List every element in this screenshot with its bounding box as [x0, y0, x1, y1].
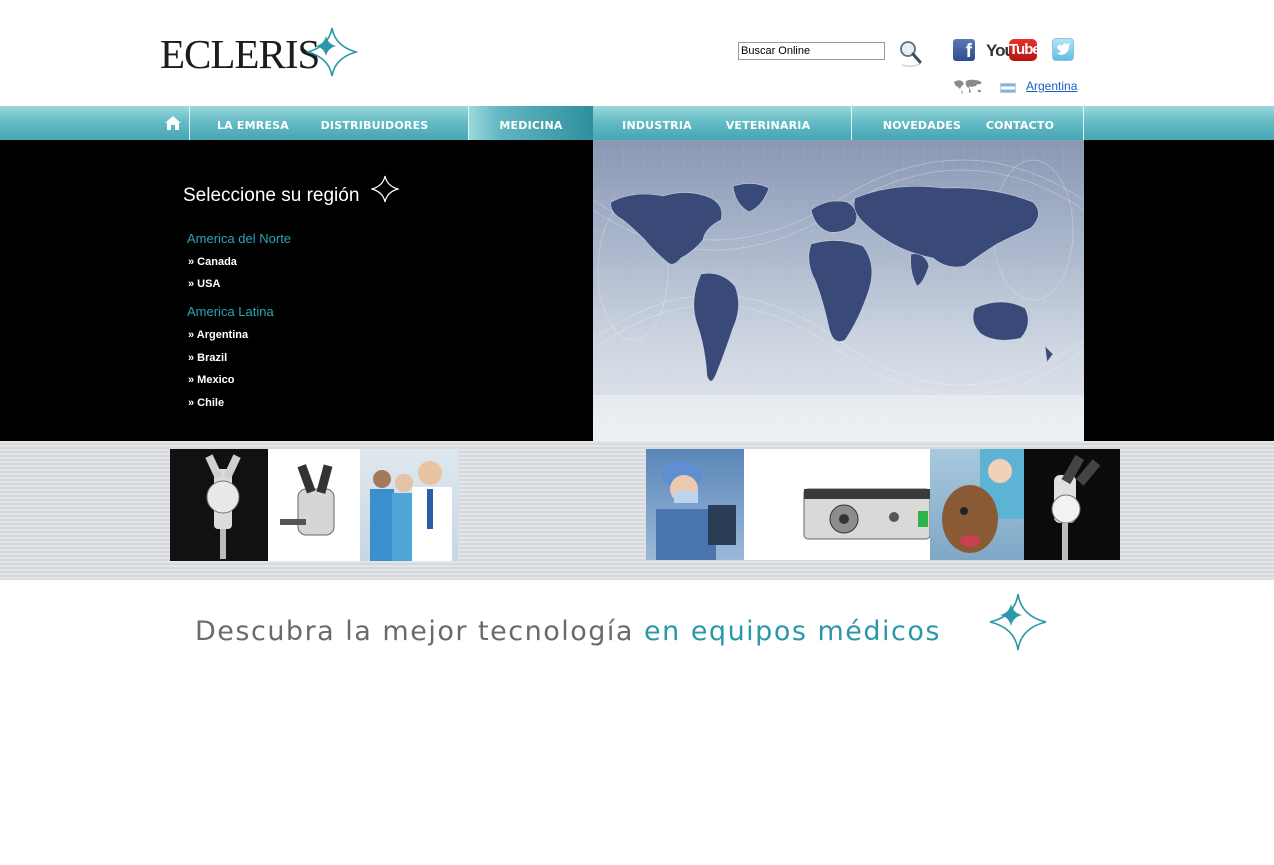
veterinary-dog-photo[interactable]: [930, 449, 1024, 560]
twitter-icon[interactable]: [1052, 38, 1074, 61]
facebook-icon[interactable]: f: [953, 39, 975, 61]
logo-text: ECLERIS: [160, 31, 320, 77]
logo-star-icon: [306, 27, 358, 77]
medical-team-photo[interactable]: [360, 449, 458, 561]
youtube-tube-text: Tube: [1009, 39, 1041, 61]
microscope-dark-illustration: [1051, 454, 1101, 560]
microscope-photo[interactable]: [170, 449, 268, 561]
nav-veterinaria[interactable]: VETERINARIA: [716, 106, 820, 140]
search-input[interactable]: [738, 42, 885, 60]
microscope-head-photo[interactable]: [268, 449, 360, 561]
region-heading-north-america: America del Norte: [187, 231, 292, 246]
light-source-device-illustration: [803, 488, 930, 540]
world-map-image: [593, 140, 1084, 441]
region-title: Seleccione su región: [183, 185, 360, 206]
world-map-graphic: [593, 140, 1084, 441]
medical-team-illustration: [370, 461, 452, 561]
argentina-flag-icon: [1000, 83, 1016, 93]
tagline: Descubra la mejor tecnología en equipos …: [195, 616, 941, 647]
microscope-head-illustration: [280, 464, 335, 536]
region-link-brazil[interactable]: » Brazil: [188, 352, 227, 364]
twitter-bird-icon: [1057, 43, 1070, 55]
country-link[interactable]: Argentina: [1026, 79, 1077, 93]
region-link-chile[interactable]: » Chile: [188, 397, 224, 409]
home-icon[interactable]: [164, 115, 182, 131]
light-source-device-photo[interactable]: [744, 449, 930, 560]
region-link-mexico[interactable]: » Mexico: [188, 374, 234, 386]
region-link-usa[interactable]: » USA: [188, 278, 220, 290]
region-link-canada[interactable]: » Canada: [188, 256, 237, 268]
youtube-icon[interactable]: You Tube: [986, 39, 1041, 63]
tagline-part1: Descubra la mejor tecnología: [195, 616, 645, 647]
tagline-part2: en equipos médicos: [644, 616, 941, 647]
surgeon-photo[interactable]: [646, 449, 744, 560]
product-strip: [0, 441, 1274, 580]
region-heading-latin-america: America Latina: [187, 304, 274, 319]
region-selector-panel: Seleccione su región America del Norte »…: [0, 140, 1274, 441]
nav-distribuidores[interactable]: DISTRIBUIDORES: [316, 106, 433, 140]
microscope-dark-photo[interactable]: [1024, 449, 1120, 560]
region-link-argentina[interactable]: » Argentina: [188, 329, 248, 341]
header: ECLERIS f You Tube Argentina: [0, 0, 1274, 106]
surgeon-illustration: [656, 461, 736, 560]
world-map-icon[interactable]: [952, 78, 984, 94]
microscope-illustration: [205, 454, 241, 559]
search-icon[interactable]: [897, 38, 925, 68]
nav-separator: [851, 106, 852, 140]
veterinary-dog-illustration: [942, 449, 1024, 553]
nav-contacto[interactable]: CONTACTO: [978, 106, 1062, 140]
sparkle-icon: [371, 175, 399, 203]
sparkle-icon: [989, 593, 1047, 651]
nav-medicina[interactable]: MEDICINA: [469, 106, 593, 140]
nav-separator: [1083, 106, 1084, 140]
main-nav: LA EMRESA DISTRIBUIDORES MEDICINA INDUST…: [0, 106, 1274, 140]
nav-la-empresa[interactable]: LA EMRESA: [190, 106, 316, 140]
ecleris-logo[interactable]: ECLERIS: [160, 26, 360, 78]
nav-industria[interactable]: INDUSTRIA: [610, 106, 704, 140]
nav-novedades[interactable]: NOVEDADES: [872, 106, 972, 140]
